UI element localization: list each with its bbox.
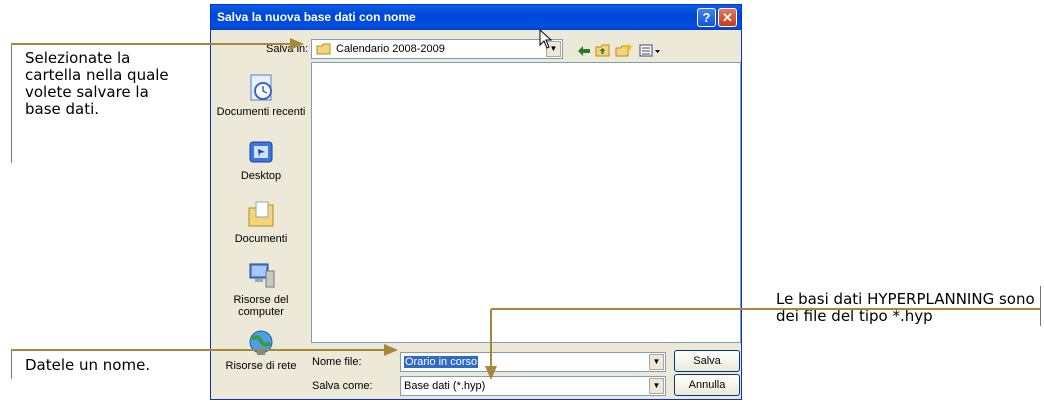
place-label: Risorse di rete xyxy=(225,360,297,372)
save-as-label: Salva come: xyxy=(312,380,373,392)
save-in-label: Salva in: xyxy=(266,43,309,55)
chevron-down-icon[interactable]: ▼ xyxy=(649,378,664,394)
folder-icon xyxy=(316,43,331,55)
name-annotation: Datele un nome. xyxy=(25,356,151,374)
network-icon xyxy=(249,330,273,355)
cancel-button[interactable]: Annulla xyxy=(674,374,740,396)
recent-documents-icon xyxy=(250,74,272,101)
file-list[interactable] xyxy=(311,62,741,343)
place-label: Desktop xyxy=(240,170,282,182)
help-button[interactable]: ? xyxy=(697,8,716,27)
annotation-bar xyxy=(11,351,12,379)
title-bar: Salva la nuova base dati con nome ? ✕ xyxy=(211,5,741,30)
save-in-dropdown[interactable]: Calendario 2008-2009 ▼ xyxy=(311,39,563,59)
documents-folder-icon xyxy=(248,201,274,227)
my-computer-icon xyxy=(249,263,275,288)
place-label: Documenti xyxy=(234,233,288,245)
filename-input[interactable]: Orario in corso ▼ xyxy=(400,352,666,372)
filename-label: Nome file: xyxy=(312,356,362,368)
place-documents[interactable]: Documenti xyxy=(215,200,307,245)
back-icon[interactable] xyxy=(577,45,591,57)
view-menu-icon[interactable] xyxy=(639,44,661,57)
new-folder-icon[interactable] xyxy=(615,43,633,57)
chevron-down-icon[interactable]: ▼ xyxy=(649,354,664,370)
save-in-value: Calendario 2008-2009 xyxy=(336,43,445,55)
places-bar: Documenti recenti Desktop Documenti Riso… xyxy=(215,63,307,391)
place-label: Documenti recenti xyxy=(216,106,306,118)
annotation-bar xyxy=(1040,286,1041,326)
place-desktop[interactable]: Desktop xyxy=(215,139,307,182)
up-folder-icon[interactable] xyxy=(595,44,611,57)
save-as-dialog: Salva la nuova base dati con nome ? ✕ Sa… xyxy=(210,4,742,400)
type-annotation: Le basi dati HYPERPLANNING sono dei file… xyxy=(776,290,1035,325)
save-button[interactable]: Salva xyxy=(674,350,740,372)
place-label: Risorse del computer xyxy=(233,294,289,318)
filename-value: Orario in corso xyxy=(404,356,479,368)
folder-annotation: Selezionate la cartella nella quale vole… xyxy=(25,49,169,118)
desktop-icon xyxy=(249,141,273,163)
annotation-bar xyxy=(11,45,12,163)
close-button[interactable]: ✕ xyxy=(718,8,737,27)
save-as-type-dropdown[interactable]: Base dati (*.hyp) ▼ xyxy=(400,376,666,396)
dialog-title: Salva la nuova base dati con nome xyxy=(217,10,416,24)
save-as-value: Base dati (*.hyp) xyxy=(404,380,486,392)
place-network[interactable]: Risorse di rete xyxy=(215,329,307,372)
place-recent[interactable]: Documenti recenti xyxy=(215,73,307,118)
chevron-down-icon[interactable]: ▼ xyxy=(546,41,561,57)
place-my-computer[interactable]: Risorse del computer xyxy=(215,261,307,318)
